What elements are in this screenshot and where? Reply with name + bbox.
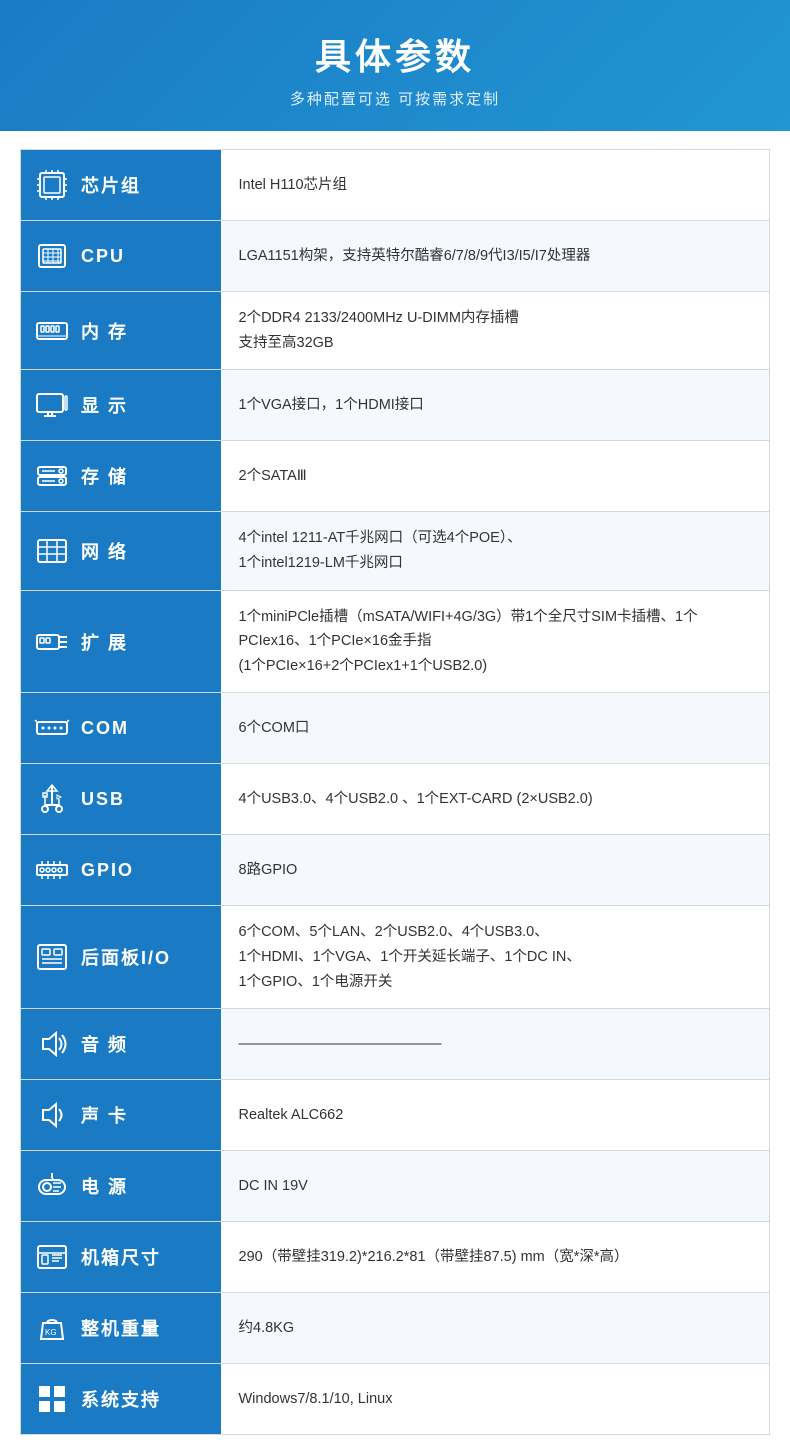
page-header: 具体参数 多种配置可选 可按需求定制: [0, 0, 790, 131]
os-icon: [31, 1378, 73, 1420]
spec-table-wrapper: 芯片组 Intel H110芯片组 CPU LGA1151构架，支持英特尔酷睿6/7…: [0, 131, 790, 1453]
label-cell-chipset: 芯片组: [21, 150, 221, 221]
cpu-icon: [31, 235, 73, 277]
label-text-rearIO: 后面板I/O: [81, 944, 171, 970]
rearIO-icon: [31, 936, 73, 978]
table-row: USB 4个USB3.0、4个USB2.0 、1个EXT-CARD (2×USB2…: [21, 764, 770, 835]
label-text-com: COM: [81, 718, 129, 739]
label-cell-com: COM: [21, 693, 221, 764]
chipset-icon: [31, 164, 73, 206]
label-text-weight: 整机重量: [81, 1315, 161, 1341]
value-cell-chassis: 290（带壁挂319.2)*216.2*81（带壁挂87.5) mm（宽*深*高…: [221, 1222, 770, 1293]
label-text-soundcard: 声 卡: [81, 1102, 128, 1128]
label-cell-usb: USB: [21, 764, 221, 835]
label-text-audio: 音 频: [81, 1031, 128, 1057]
label-text-chipset: 芯片组: [81, 172, 141, 198]
usb-icon: [31, 778, 73, 820]
network-icon: [31, 530, 73, 572]
table-row: 电 源 DC IN 19V: [21, 1151, 770, 1222]
table-row: 后面板I/O 6个COM、5个LAN、2个USB2.0、4个USB3.0、1个HD…: [21, 906, 770, 1009]
label-cell-memory: 内 存: [21, 292, 221, 370]
label-text-os: 系统支持: [81, 1386, 161, 1412]
label-text-network: 网 络: [81, 538, 128, 564]
value-cell-memory: 2个DDR4 2133/2400MHz U-DIMM内存插槽支持至高32GB: [221, 292, 770, 370]
table-row: 机箱尺寸 290（带壁挂319.2)*216.2*81（带壁挂87.5) mm（宽…: [21, 1222, 770, 1293]
weight-icon: KG: [31, 1307, 73, 1349]
value-cell-expand: 1个miniPCle插槽（mSATA/WIFI+4G/3G）带1个全尺寸SIM卡…: [221, 590, 770, 693]
label-cell-chassis: 机箱尺寸: [21, 1222, 221, 1293]
value-cell-power: DC IN 19V: [221, 1151, 770, 1222]
label-text-memory: 内 存: [81, 318, 128, 344]
soundcard-icon: [31, 1094, 73, 1136]
table-row: 声 卡 Realtek ALC662: [21, 1080, 770, 1151]
label-cell-display: 显 示: [21, 370, 221, 441]
label-cell-weight: KG 整机重量: [21, 1293, 221, 1364]
table-row: COM 6个COM口: [21, 693, 770, 764]
table-row: 系统支持 Windows7/8.1/10, Linux: [21, 1364, 770, 1435]
table-row: 内 存 2个DDR4 2133/2400MHz U-DIMM内存插槽支持至高32G…: [21, 292, 770, 370]
label-cell-gpio: GPIO: [21, 835, 221, 906]
page-title: 具体参数: [20, 28, 770, 80]
audio-icon: [31, 1023, 73, 1065]
label-cell-network: 网 络: [21, 512, 221, 590]
storage-icon: [31, 455, 73, 497]
table-row: 显 示 1个VGA接口，1个HDMI接口: [21, 370, 770, 441]
value-cell-gpio: 8路GPIO: [221, 835, 770, 906]
value-cell-rearIO: 6个COM、5个LAN、2个USB2.0、4个USB3.0、1个HDMI、1个V…: [221, 906, 770, 1009]
display-icon: [31, 384, 73, 426]
label-text-gpio: GPIO: [81, 860, 134, 881]
page-subtitle: 多种配置可选 可按需求定制: [20, 88, 770, 109]
label-text-usb: USB: [81, 789, 125, 810]
gpio-icon: [31, 849, 73, 891]
svg-text:KG: KG: [45, 1328, 57, 1337]
label-text-storage: 存 储: [81, 463, 128, 489]
value-cell-soundcard: Realtek ALC662: [221, 1080, 770, 1151]
value-cell-weight: 约4.8KG: [221, 1293, 770, 1364]
label-text-power: 电 源: [81, 1173, 128, 1199]
value-cell-usb: 4个USB3.0、4个USB2.0 、1个EXT-CARD (2×USB2.0): [221, 764, 770, 835]
value-cell-audio: ——————————————: [221, 1009, 770, 1080]
label-cell-power: 电 源: [21, 1151, 221, 1222]
label-text-expand: 扩 展: [81, 629, 128, 655]
value-cell-storage: 2个SATAⅢ: [221, 441, 770, 512]
label-cell-soundcard: 声 卡: [21, 1080, 221, 1151]
label-cell-os: 系统支持: [21, 1364, 221, 1435]
chassis-icon: [31, 1236, 73, 1278]
label-cell-storage: 存 储: [21, 441, 221, 512]
table-row: 芯片组 Intel H110芯片组: [21, 150, 770, 221]
label-text-chassis: 机箱尺寸: [81, 1244, 161, 1270]
label-cell-cpu: CPU: [21, 221, 221, 292]
value-cell-cpu: LGA1151构架，支持英特尔酷睿6/7/8/9代I3/I5/I7处理器: [221, 221, 770, 292]
value-cell-os: Windows7/8.1/10, Linux: [221, 1364, 770, 1435]
value-cell-com: 6个COM口: [221, 693, 770, 764]
spec-table: 芯片组 Intel H110芯片组 CPU LGA1151构架，支持英特尔酷睿6/7…: [20, 149, 770, 1435]
expand-icon: [31, 621, 73, 663]
memory-icon: [31, 310, 73, 352]
value-cell-display: 1个VGA接口，1个HDMI接口: [221, 370, 770, 441]
table-row: GPIO 8路GPIO: [21, 835, 770, 906]
table-row: 音 频 ——————————————: [21, 1009, 770, 1080]
table-row: 存 储 2个SATAⅢ: [21, 441, 770, 512]
com-icon: [31, 707, 73, 749]
label-cell-expand: 扩 展: [21, 590, 221, 693]
label-text-display: 显 示: [81, 392, 128, 418]
table-row: CPU LGA1151构架，支持英特尔酷睿6/7/8/9代I3/I5/I7处理器: [21, 221, 770, 292]
label-cell-rearIO: 后面板I/O: [21, 906, 221, 1009]
value-cell-chipset: Intel H110芯片组: [221, 150, 770, 221]
table-row: 扩 展 1个miniPCle插槽（mSATA/WIFI+4G/3G）带1个全尺寸S…: [21, 590, 770, 693]
power-icon: [31, 1165, 73, 1207]
table-row: 网 络 4个intel 1211-AT千兆网口（可选4个POE）、1个intel1…: [21, 512, 770, 590]
label-text-cpu: CPU: [81, 246, 125, 267]
table-row: KG 整机重量约4.8KG: [21, 1293, 770, 1364]
value-cell-network: 4个intel 1211-AT千兆网口（可选4个POE）、1个intel1219…: [221, 512, 770, 590]
label-cell-audio: 音 频: [21, 1009, 221, 1080]
